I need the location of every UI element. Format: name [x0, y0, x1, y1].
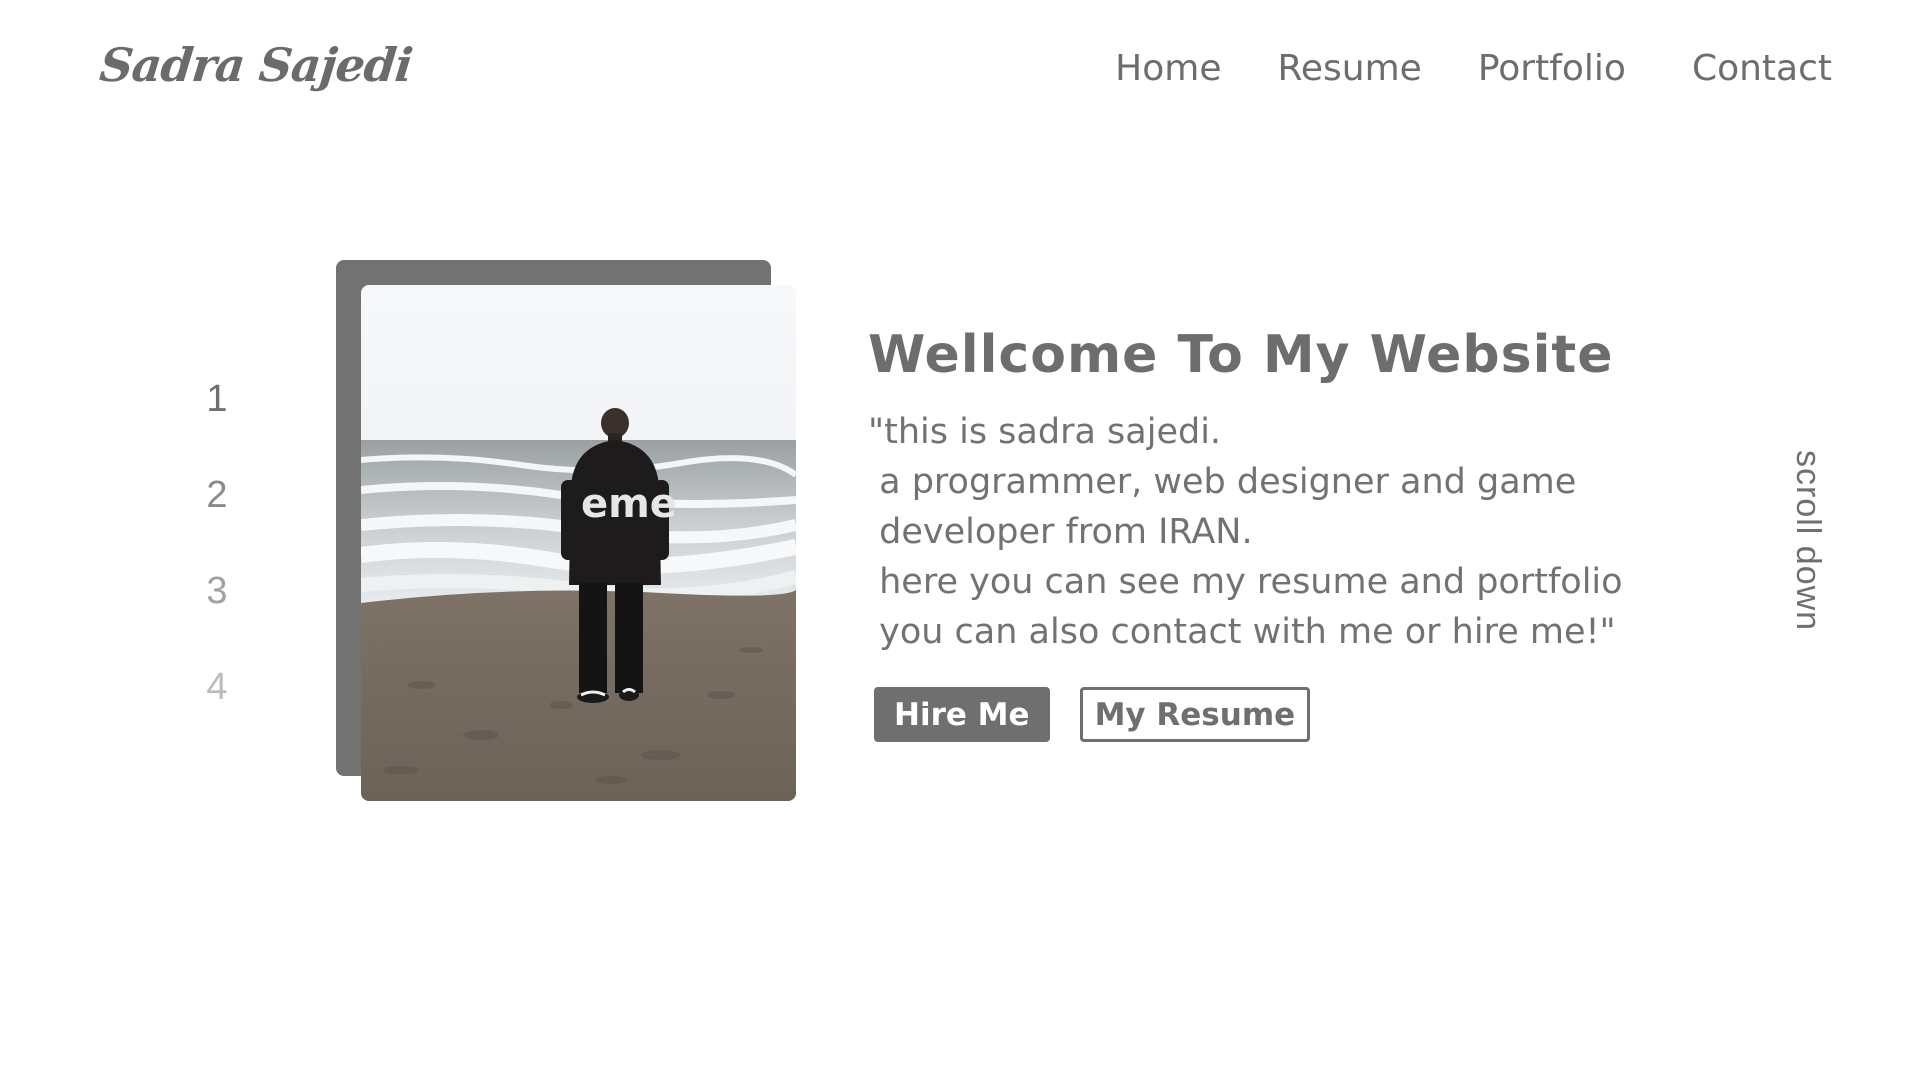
nav-contact-link[interactable]: Contact [1692, 48, 1832, 89]
nav-home-link[interactable]: Home [1115, 48, 1221, 89]
my-resume-button[interactable]: My Resume [1079, 687, 1311, 742]
section-pager: 1 2 3 4 [205, 375, 229, 711]
pager-item-4[interactable]: 4 [205, 663, 229, 711]
site-logo[interactable]: Sadra Sajedi [97, 38, 415, 92]
hero-title: Wellcome To My Website [868, 325, 1614, 385]
profile-photo: eme [361, 285, 796, 801]
pager-item-3[interactable]: 3 [205, 567, 229, 615]
pager-item-1[interactable]: 1 [205, 375, 229, 423]
main-nav: Home Resume Portfolio Contact [1115, 48, 1832, 89]
hero-content: Wellcome To My Website "this is sadra sa… [868, 325, 1628, 742]
hero-buttons: Hire Me My Resume [874, 687, 1628, 742]
svg-text:eme: eme [581, 481, 677, 527]
nav-portfolio-link[interactable]: Portfolio [1478, 48, 1626, 89]
nav-resume-link[interactable]: Resume [1277, 48, 1421, 89]
hire-me-button[interactable]: Hire Me [874, 687, 1050, 742]
hero-description: "this is sadra sajedi. a programmer, web… [868, 412, 1623, 652]
pager-item-2[interactable]: 2 [205, 471, 229, 519]
scroll-down-hint[interactable]: scroll down [1788, 450, 1827, 631]
